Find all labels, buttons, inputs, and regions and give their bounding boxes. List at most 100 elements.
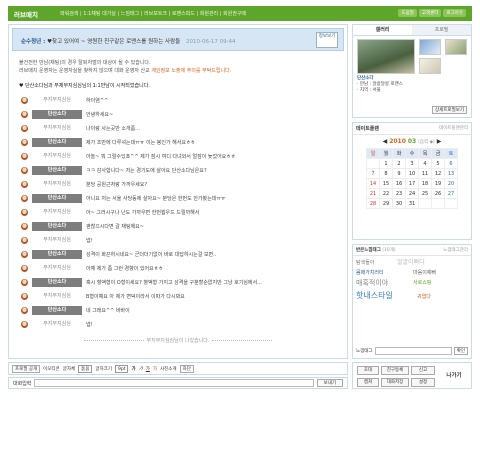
calendar-day[interactable]: 5 — [431, 158, 445, 169]
calendar-day[interactable]: 28 — [366, 198, 380, 209]
avatar[interactable] — [21, 166, 28, 174]
calendar-day[interactable]: 9 — [392, 168, 406, 179]
avatar[interactable] — [21, 208, 28, 216]
partner-nickname[interactable]: 순수청년 : — [21, 39, 45, 45]
calendar-day[interactable]: 4 — [418, 158, 432, 169]
message-nickname[interactable]: 무지무지심심 — [32, 292, 82, 301]
tags-manage-link[interactable]: 느낌태그관리 — [443, 247, 468, 253]
avatar[interactable] — [21, 250, 28, 258]
calendar-day[interactable] — [418, 198, 432, 209]
calendar-day[interactable]: 24 — [405, 188, 419, 199]
tag-item[interactable]: 귀엽다 — [417, 293, 431, 302]
thumbnail-photo-2[interactable] — [445, 39, 467, 55]
tag-search-input[interactable] — [374, 347, 452, 355]
tab-gallery[interactable]: 갤러리 — [353, 25, 412, 35]
support-link[interactable]: 고객센터 — [418, 9, 442, 17]
calendar-day[interactable]: 12 — [431, 168, 445, 179]
save-chat-button[interactable]: 대화저장 — [381, 378, 409, 387]
next-month-icon[interactable]: ▶ — [437, 138, 442, 145]
calendar-day[interactable]: 14 — [366, 178, 380, 189]
avatar[interactable] — [21, 152, 28, 160]
avatar[interactable] — [21, 320, 28, 328]
message-nickname[interactable]: 무지무지심심 — [32, 152, 82, 161]
tag-item[interactable]: 몸매가치러티 — [356, 269, 384, 278]
tag-item[interactable]: 얼굴이뻐다 — [397, 258, 425, 267]
calendar-day[interactable]: 11 — [418, 168, 432, 179]
message-nickname[interactable]: 단산소다 — [32, 137, 82, 147]
detailed-profile-button[interactable]: 상세프로필보기 — [432, 106, 467, 114]
settings-button[interactable]: 설정 — [411, 378, 435, 387]
avatar[interactable] — [21, 96, 28, 104]
font-select[interactable]: 돋움 — [78, 364, 93, 373]
color-button[interactable]: 가 — [153, 366, 157, 372]
tag-item[interactable]: 마음이예뻐 — [413, 269, 436, 278]
calendar-day[interactable]: 26 — [431, 188, 445, 199]
font-size-select[interactable]: 9pt — [114, 364, 129, 373]
calendar-day[interactable]: 27 — [444, 188, 458, 199]
thumbnail-photo-1[interactable] — [419, 39, 441, 55]
tag-item[interactable]: 매혹적이야 — [356, 279, 388, 288]
report-button[interactable]: 신고 — [411, 366, 435, 375]
message-nickname[interactable]: 단산소다 — [32, 277, 82, 287]
tab-profile[interactable]: 프로필 — [412, 25, 471, 35]
message-nickname[interactable]: 무지무지심심 — [32, 124, 82, 133]
calendar-day[interactable]: 17 — [405, 178, 419, 189]
avatar[interactable] — [21, 138, 28, 146]
underline-button[interactable]: 가 — [146, 366, 150, 372]
message-nickname[interactable]: 단산소다 — [32, 193, 82, 203]
add-friend-button[interactable]: 친구등록 — [381, 366, 409, 375]
calendar-day[interactable]: 16 — [392, 178, 406, 189]
main-menu[interactable]: 파워검색 | 1:1채팅 대기실 | 느낌태그 | 러브보트크 | 로맨스피드 … — [60, 10, 246, 17]
calendar-day[interactable]: 31 — [405, 198, 419, 209]
view-profile-button[interactable]: 정보보기 — [316, 32, 338, 48]
calendar-day[interactable]: 21 — [366, 188, 380, 199]
italic-button[interactable]: 가 — [139, 366, 143, 372]
calendar-day[interactable]: 1 — [379, 158, 393, 169]
capture-button[interactable]: 캡쳐 — [357, 378, 379, 387]
tag-search-button[interactable]: 확인 — [453, 347, 468, 355]
message-nickname[interactable]: 무지무지심심 — [32, 180, 82, 189]
message-nickname[interactable]: 무지무지심심 — [32, 236, 82, 245]
avatar[interactable] — [21, 124, 28, 132]
photo-intro-button[interactable]: 사진소개 — [160, 366, 177, 372]
calendar-day[interactable]: 22 — [379, 188, 393, 199]
calendar-day[interactable]: 18 — [418, 178, 432, 189]
message-nickname[interactable]: 단산소다 — [32, 249, 82, 259]
logout-link[interactable]: 로그아웃 — [443, 9, 466, 17]
message-nickname[interactable]: 단산소다 — [32, 109, 82, 119]
calendar-day[interactable]: 2 — [392, 158, 406, 169]
date-plan-manage-link[interactable]: 데이트플랜관리 — [439, 125, 468, 132]
avatar[interactable] — [21, 110, 28, 118]
avatar[interactable] — [21, 306, 28, 314]
block-button[interactable]: 차단 — [179, 364, 194, 373]
message-nickname[interactable]: 무지무지심심 — [32, 208, 82, 217]
avatar[interactable] — [21, 278, 28, 286]
message-nickname[interactable]: 단산소다 — [32, 221, 82, 231]
avatar[interactable] — [21, 236, 28, 244]
avatar[interactable] — [21, 194, 28, 202]
calendar-day[interactable]: 25 — [418, 188, 432, 199]
calendar-day[interactable]: 30 — [392, 198, 406, 209]
calendar-day[interactable]: 19 — [431, 178, 445, 189]
calendar-day[interactable]: 3 — [405, 158, 419, 169]
invite-button[interactable]: 초대 — [357, 366, 379, 375]
calendar-day[interactable]: 10 — [405, 168, 419, 179]
calendar-day[interactable]: 6 — [444, 158, 458, 169]
calendar-day[interactable]: 20 — [444, 178, 458, 189]
prev-month-icon[interactable]: ◀ — [383, 138, 388, 145]
avatar[interactable] — [21, 264, 28, 272]
calendar-day[interactable]: 15 — [379, 178, 393, 189]
chat-input-field[interactable] — [34, 379, 314, 387]
exit-chat-button[interactable]: 나가기 — [439, 366, 469, 386]
message-nickname[interactable]: 무지무지심심 — [32, 96, 82, 105]
emoticon-button[interactable]: 이모티콘 — [43, 366, 60, 372]
message-nickname[interactable]: 단산소다 — [32, 305, 82, 315]
calendar-day[interactable] — [431, 198, 445, 209]
calendar-day[interactable]: 23 — [392, 188, 406, 199]
tag-item[interactable]: 탐색돌아 — [356, 259, 374, 268]
message-nickname[interactable]: 무지무지심심 — [32, 264, 82, 273]
calendar-day[interactable]: 7 — [366, 168, 380, 179]
calendar-day[interactable]: 13 — [444, 168, 458, 179]
calendar-day[interactable]: 8 — [379, 168, 393, 179]
tag-item[interactable]: 서로쇼핑 — [413, 279, 431, 288]
